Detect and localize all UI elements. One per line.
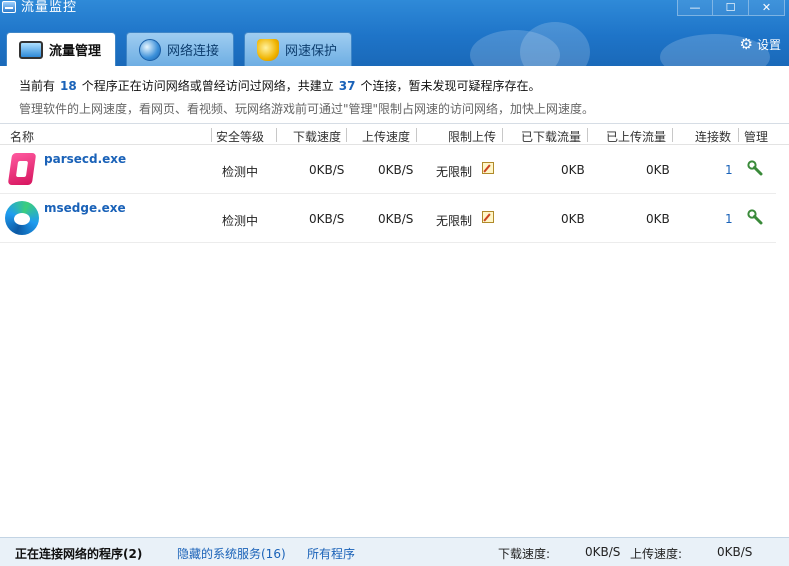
col-connections[interactable]: 连接数 [695, 128, 731, 145]
window-title: 流量监控 [21, 0, 78, 15]
summary-suffix: 个连接，暂未发现可疑程序存在。 [360, 79, 541, 93]
upload-limit[interactable]: 无限制 [436, 212, 472, 229]
edge-browser-icon [5, 201, 39, 235]
window-header: 流量监控 — ☐ ✕ 流量管理 网络连接 网速保护 ⚙ 设置 [0, 0, 789, 66]
process-name[interactable]: parsecd.exe [44, 152, 126, 166]
col-downloaded[interactable]: 已下载流量 [521, 128, 581, 145]
parsec-app-icon [7, 153, 37, 185]
total-download-value: 0KB/S [585, 545, 621, 559]
window-controls: — ☐ ✕ [677, 0, 785, 16]
main-tabs: 流量管理 网络连接 网速保护 [6, 32, 353, 66]
globe-icon [139, 38, 162, 61]
settings-button[interactable]: ⚙ 设置 [740, 36, 781, 53]
col-name[interactable]: 名称 [10, 128, 34, 145]
wrench-icon[interactable] [747, 160, 763, 176]
process-name[interactable]: msedge.exe [44, 201, 126, 215]
col-security[interactable]: 安全等级 [216, 128, 264, 145]
tab-network-connections[interactable]: 网络连接 [126, 32, 235, 66]
column-divider[interactable] [502, 128, 503, 142]
downloaded-traffic: 0KB [561, 212, 585, 226]
summary-text: 当前有 18 个程序正在访问网络或曾经访问过网络，共建立 37 个连接，暂未发现可疑程序… [19, 77, 540, 94]
speed-shield-icon [257, 38, 280, 61]
close-button[interactable]: ✕ [749, 0, 785, 16]
column-divider[interactable] [416, 128, 417, 142]
header-cloud-decoration [520, 22, 590, 66]
status-bar: 正在连接网络的程序(2) 隐藏的系统服务(16) 所有程序 下载速度: 0KB/… [0, 537, 789, 566]
maximize-button[interactable]: ☐ [713, 0, 749, 16]
connection-count-link[interactable]: 1 [725, 212, 733, 226]
table-row[interactable]: msedge.exe 检测中 0KB/S 0KB/S 无限制 0KB 0KB 1 [0, 194, 776, 243]
col-manage[interactable]: 管理 [744, 128, 768, 145]
col-upload-speed[interactable]: 上传速度 [362, 128, 410, 145]
program-count: 18 [60, 79, 77, 93]
downloaded-traffic: 0KB [561, 163, 585, 177]
active-programs-filter[interactable]: 正在连接网络的程序(2) [15, 545, 142, 562]
column-divider[interactable] [672, 128, 673, 142]
col-limit-upload[interactable]: 限制上传 [448, 128, 496, 145]
title-bar[interactable]: 流量监控 — ☐ ✕ [0, 0, 789, 16]
edit-limit-icon[interactable] [482, 162, 494, 174]
col-download-speed[interactable]: 下载速度 [293, 128, 341, 145]
download-speed: 0KB/S [309, 163, 345, 177]
tab-label: 网络连接 [167, 44, 220, 59]
column-divider[interactable] [346, 128, 347, 142]
summary-panel: 当前有 18 个程序正在访问网络或曾经访问过网络，共建立 37 个连接，暂未发现可疑程序… [0, 66, 789, 124]
upload-speed: 0KB/S [378, 163, 414, 177]
summary-middle: 个程序正在访问网络或曾经访问过网络，共建立 [81, 79, 334, 93]
tab-speed-protection[interactable]: 网速保护 [244, 32, 353, 66]
edit-limit-icon[interactable] [482, 211, 494, 223]
col-uploaded[interactable]: 已上传流量 [606, 128, 666, 145]
minimize-button[interactable]: — [677, 0, 713, 16]
column-divider[interactable] [276, 128, 277, 142]
upload-limit[interactable]: 无限制 [436, 163, 472, 180]
app-monitor-icon [2, 1, 16, 13]
tab-label: 网速保护 [285, 44, 338, 59]
uploaded-traffic: 0KB [646, 163, 670, 177]
download-speed: 0KB/S [309, 212, 345, 226]
uploaded-traffic: 0KB [646, 212, 670, 226]
upload-speed: 0KB/S [378, 212, 414, 226]
settings-label: 设置 [756, 38, 781, 52]
tab-label: 流量管理 [49, 44, 102, 59]
total-download-label: 下载速度: [498, 547, 551, 561]
table-row[interactable]: parsecd.exe 检测中 0KB/S 0KB/S 无限制 0KB 0KB … [0, 145, 776, 194]
security-level: 检测中 [222, 165, 259, 179]
table-header: 名称 安全等级 下载速度 上传速度 限制上传 已下载流量 已上传流量 连接数 管… [0, 125, 789, 145]
monitor-icon [19, 40, 43, 59]
hidden-services-filter[interactable]: 隐藏的系统服务(16) [177, 545, 286, 562]
gear-icon: ⚙ [739, 35, 753, 53]
wrench-icon[interactable] [747, 209, 763, 225]
security-level: 检测中 [222, 214, 259, 228]
column-divider[interactable] [587, 128, 588, 142]
usage-hint: 管理软件的上网速度，看网页、看视频、玩网络游戏前可通过"管理"限制占网速的访问网… [19, 102, 595, 116]
column-divider[interactable] [211, 128, 212, 142]
connection-count-link[interactable]: 1 [725, 163, 733, 177]
connection-count: 37 [338, 79, 356, 93]
all-programs-filter[interactable]: 所有程序 [307, 545, 355, 562]
tab-traffic-management[interactable]: 流量管理 [6, 32, 117, 66]
total-upload-label: 上传速度: [630, 547, 683, 561]
column-divider[interactable] [738, 128, 739, 142]
summary-prefix: 当前有 [19, 79, 56, 93]
total-upload-value: 0KB/S [717, 545, 753, 559]
